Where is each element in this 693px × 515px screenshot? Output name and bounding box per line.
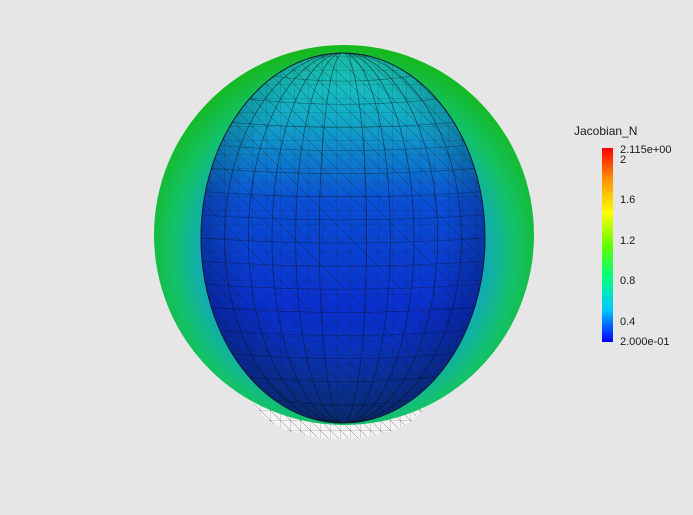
scalar-bar-tick-label: 1.2 [620, 234, 636, 247]
scalar-bar-min-label: 2.000e-01 [620, 336, 670, 348]
scalar-bar-tick-label: 1.6 [620, 194, 636, 207]
scalar-bar[interactable]: Jacobian_N 2.115e+00 2.000e-01 2 1.6 1.2 0.… [565, 118, 675, 358]
scalar-bar-max-label: 2.115e+00 [620, 144, 672, 156]
render-viewport[interactable]: Jacobian_N 2.115e+00 2.000e-01 2 1.6 1.2 0.… [0, 0, 693, 515]
scalar-bar-title: Jacobian_N [574, 124, 638, 138]
scalar-bar-tick-label: 0.4 [620, 315, 636, 328]
scalar-bar-tick-label: 2 [620, 153, 627, 166]
scalar-bar-tick-label: 0.8 [620, 275, 636, 288]
scalar-bar-color-ramp [602, 148, 613, 342]
